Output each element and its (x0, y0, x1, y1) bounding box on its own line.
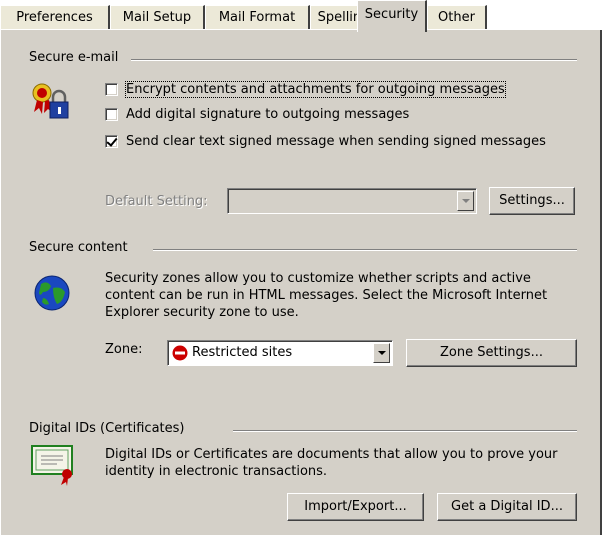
encrypt-checkbox-row[interactable]: Encrypt contents and attachments for out… (105, 80, 506, 98)
options-dialog: Preferences Mail Setup Mail Format Spell… (0, 0, 604, 535)
encrypt-label: Encrypt contents and attachments for out… (125, 80, 506, 98)
signature-checkbox-row[interactable]: Add digital signature to outgoing messag… (105, 105, 409, 123)
zone-value: Restricted sites (192, 345, 293, 360)
tab-label: Other (438, 10, 475, 25)
secure-email-title: Secure e-mail (29, 50, 119, 65)
clear-text-label: Send clear text signed message when send… (126, 133, 546, 149)
secure-content-description: Security zones allow you to customize wh… (105, 271, 548, 320)
chevron-down-icon (457, 191, 474, 211)
digital-ids-description: Digital IDs or Certificates are document… (105, 447, 558, 479)
get-digital-id-button[interactable]: Get a Digital ID... (437, 493, 577, 521)
restricted-icon (172, 345, 188, 361)
lock-ribbon-icon (31, 82, 71, 122)
tab-label: Security (364, 7, 419, 22)
group-divider (153, 249, 577, 251)
clear-text-checkbox[interactable] (105, 134, 118, 148)
default-setting-combo (227, 188, 477, 214)
tab-mail-format[interactable]: Mail Format (205, 5, 310, 29)
group-divider (233, 430, 577, 432)
encrypt-checkbox[interactable] (105, 82, 118, 96)
settings-button[interactable]: Settings... (489, 187, 575, 215)
tab-label: Mail Setup (122, 10, 192, 25)
digital-ids-title: Digital IDs (Certificates) (29, 421, 185, 436)
default-setting-label: Default Setting: (105, 194, 208, 209)
security-panel: Secure e-mail Encrypt contents and attac… (0, 30, 602, 535)
tab-strip: Preferences Mail Setup Mail Format Spell… (0, 0, 604, 32)
globe-icon (33, 274, 71, 312)
clear-text-checkbox-row[interactable]: Send clear text signed message when send… (105, 132, 546, 150)
tab-label: Mail Format (218, 10, 296, 25)
secure-content-title: Secure content (29, 240, 128, 255)
signature-checkbox[interactable] (105, 107, 118, 121)
zone-settings-button[interactable]: Zone Settings... (406, 339, 577, 367)
tab-other[interactable]: Other (427, 5, 487, 29)
certificate-icon (31, 442, 79, 486)
chevron-down-icon[interactable] (373, 343, 390, 363)
zone-label: Zone: (105, 342, 143, 357)
group-divider (131, 59, 577, 61)
import-export-button[interactable]: Import/Export... (287, 493, 424, 521)
signature-label: Add digital signature to outgoing messag… (126, 106, 410, 122)
zone-select[interactable]: Restricted sites (167, 340, 393, 366)
tab-preferences[interactable]: Preferences (0, 5, 110, 29)
tab-label: Preferences (16, 10, 93, 25)
tab-mail-setup[interactable]: Mail Setup (110, 5, 205, 29)
tab-security[interactable]: Security (357, 0, 427, 32)
